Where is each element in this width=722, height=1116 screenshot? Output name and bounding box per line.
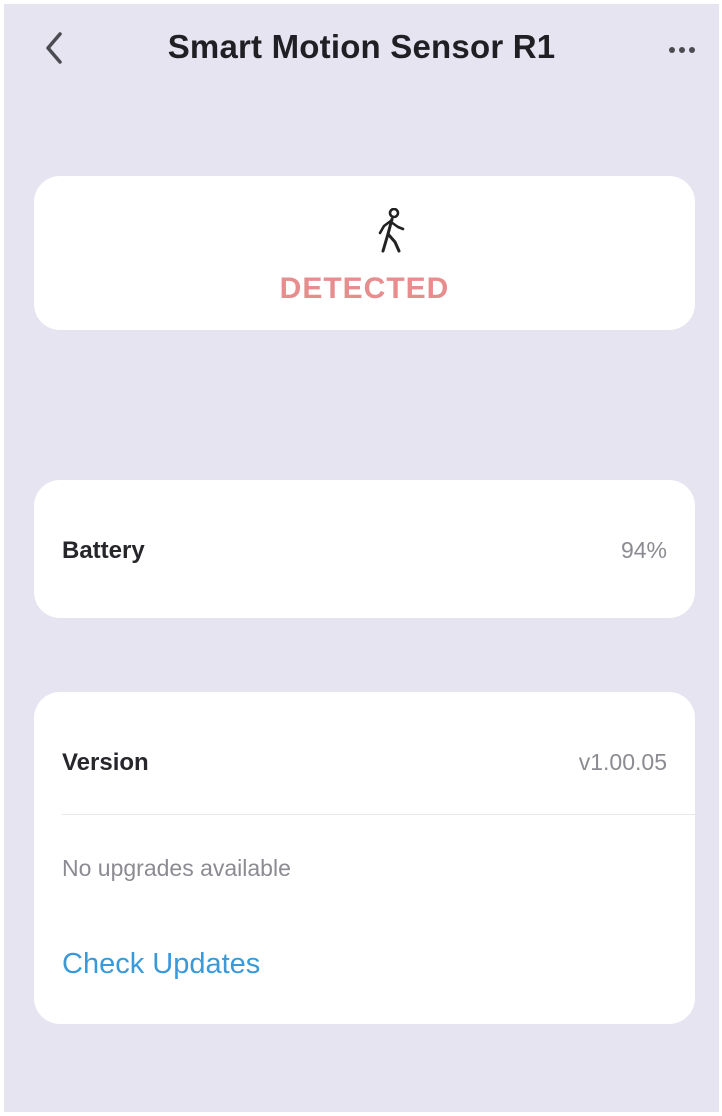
motion-status-card: DETECTED: [34, 176, 695, 330]
battery-card: Battery 94%: [34, 480, 695, 618]
more-button[interactable]: [660, 34, 704, 66]
back-button[interactable]: [32, 26, 76, 70]
chevron-left-icon: [46, 32, 62, 64]
divider: [62, 814, 695, 815]
version-value: v1.00.05: [578, 749, 667, 775]
battery-label: Battery: [62, 537, 145, 564]
motion-status-text: DETECTED: [279, 272, 450, 305]
check-updates-button[interactable]: Check Updates: [62, 948, 260, 981]
walking-person-icon: [378, 208, 405, 253]
header: Smart Motion Sensor R1: [4, 4, 719, 94]
upgrade-status-text: No upgrades available: [62, 855, 291, 881]
version-label: Version: [62, 749, 149, 776]
page-title: Smart Motion Sensor R1: [167, 28, 556, 65]
device-detail-screen: Smart Motion Sensor R1 DETECTED Battery …: [4, 4, 719, 1112]
version-card: Version v1.00.05 No upgrades available C…: [34, 692, 695, 1024]
more-horizontal-icon: [669, 47, 695, 53]
battery-value: 94%: [620, 537, 667, 563]
